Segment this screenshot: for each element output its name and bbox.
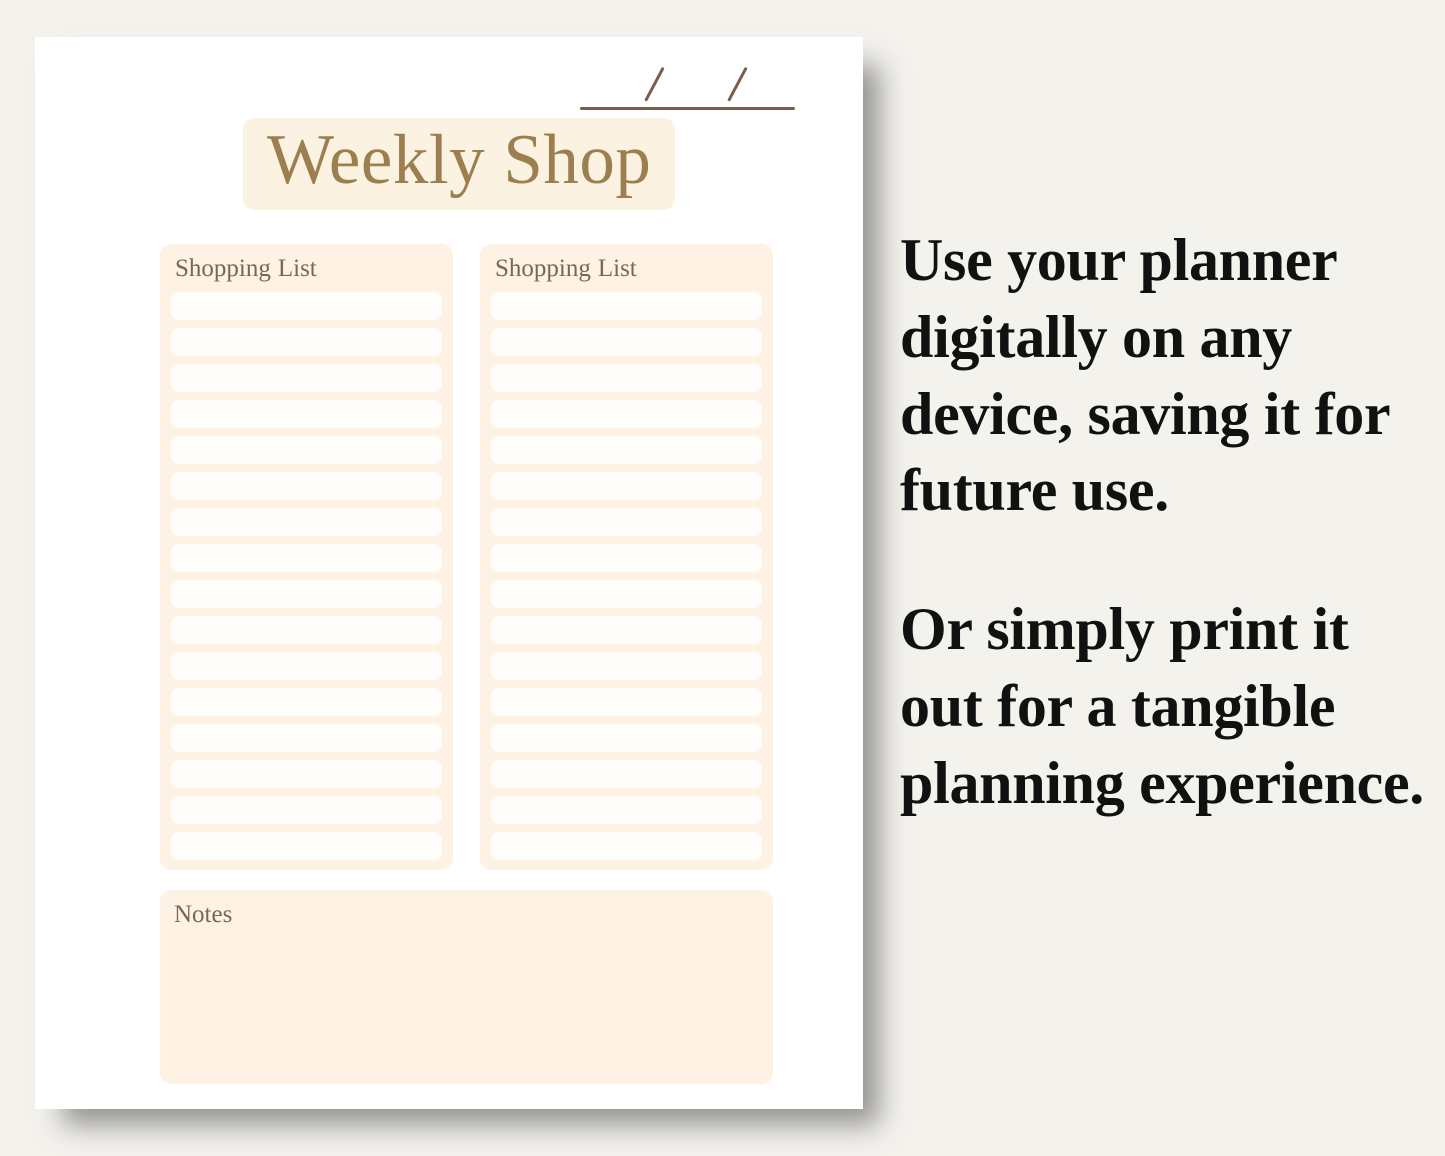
- shopping-list-row[interactable]: [171, 327, 442, 356]
- marketing-paragraph-2: Or simply print it out for a tangible pl…: [900, 596, 1425, 816]
- shopping-list-row[interactable]: [171, 723, 442, 752]
- shopping-list-row[interactable]: [171, 471, 442, 500]
- shopping-list-row[interactable]: [171, 651, 442, 680]
- shopping-list-row[interactable]: [171, 507, 442, 536]
- shopping-list-row[interactable]: [171, 399, 442, 428]
- shopping-list-row[interactable]: [491, 543, 762, 572]
- shopping-list-row[interactable]: [491, 291, 762, 320]
- shopping-list-row[interactable]: [171, 687, 442, 716]
- shopping-list-row[interactable]: [171, 363, 442, 392]
- shopping-list-row[interactable]: [491, 615, 762, 644]
- planner-sheet: Weekly Shop Shopping List Shopping List …: [35, 37, 863, 1109]
- shopping-list-header: Shopping List: [491, 253, 762, 286]
- shopping-list-header: Shopping List: [171, 253, 442, 286]
- page-title: Weekly Shop: [243, 118, 676, 211]
- shopping-list-row[interactable]: [491, 831, 762, 860]
- shopping-list-header-word-2: List: [597, 255, 637, 282]
- shopping-list-row[interactable]: [491, 795, 762, 824]
- shopping-list-row[interactable]: [491, 399, 762, 428]
- notes-box[interactable]: Notes: [160, 890, 773, 1084]
- shopping-list-row[interactable]: [171, 435, 442, 464]
- shopping-list-row[interactable]: [491, 435, 762, 464]
- shopping-list-row[interactable]: [171, 615, 442, 644]
- shopping-list-row[interactable]: [491, 651, 762, 680]
- date-field[interactable]: [580, 55, 795, 110]
- shopping-list-header-word-2: List: [277, 255, 317, 282]
- notes-label: Notes: [174, 901, 233, 928]
- shopping-list-row[interactable]: [171, 759, 442, 788]
- marketing-paragraph-1: Use your planner digitally on any device…: [900, 227, 1390, 524]
- shopping-list-row[interactable]: [171, 795, 442, 824]
- marketing-copy: Use your planner digitally on any device…: [900, 222, 1425, 822]
- shopping-list-column-right: Shopping List: [480, 244, 773, 870]
- shopping-list-row[interactable]: [171, 831, 442, 860]
- shopping-list-row[interactable]: [491, 687, 762, 716]
- date-underline: [580, 107, 795, 110]
- shopping-list-row[interactable]: [491, 579, 762, 608]
- shopping-list-row[interactable]: [171, 543, 442, 572]
- shopping-list-columns: Shopping List Shopping List: [160, 244, 773, 870]
- shopping-list-row[interactable]: [491, 471, 762, 500]
- date-slash-icon: [727, 66, 748, 102]
- shopping-list-row[interactable]: [491, 759, 762, 788]
- shopping-list-header-word-1: Shopping: [495, 255, 591, 282]
- shopping-list-row[interactable]: [491, 363, 762, 392]
- shopping-list-row[interactable]: [171, 291, 442, 320]
- shopping-list-row[interactable]: [491, 723, 762, 752]
- shopping-list-row[interactable]: [491, 507, 762, 536]
- shopping-list-column-left: Shopping List: [160, 244, 453, 870]
- shopping-list-header-word-1: Shopping: [175, 255, 271, 282]
- date-slash-icon: [644, 66, 665, 102]
- shopping-list-row[interactable]: [171, 579, 442, 608]
- shopping-list-row[interactable]: [491, 327, 762, 356]
